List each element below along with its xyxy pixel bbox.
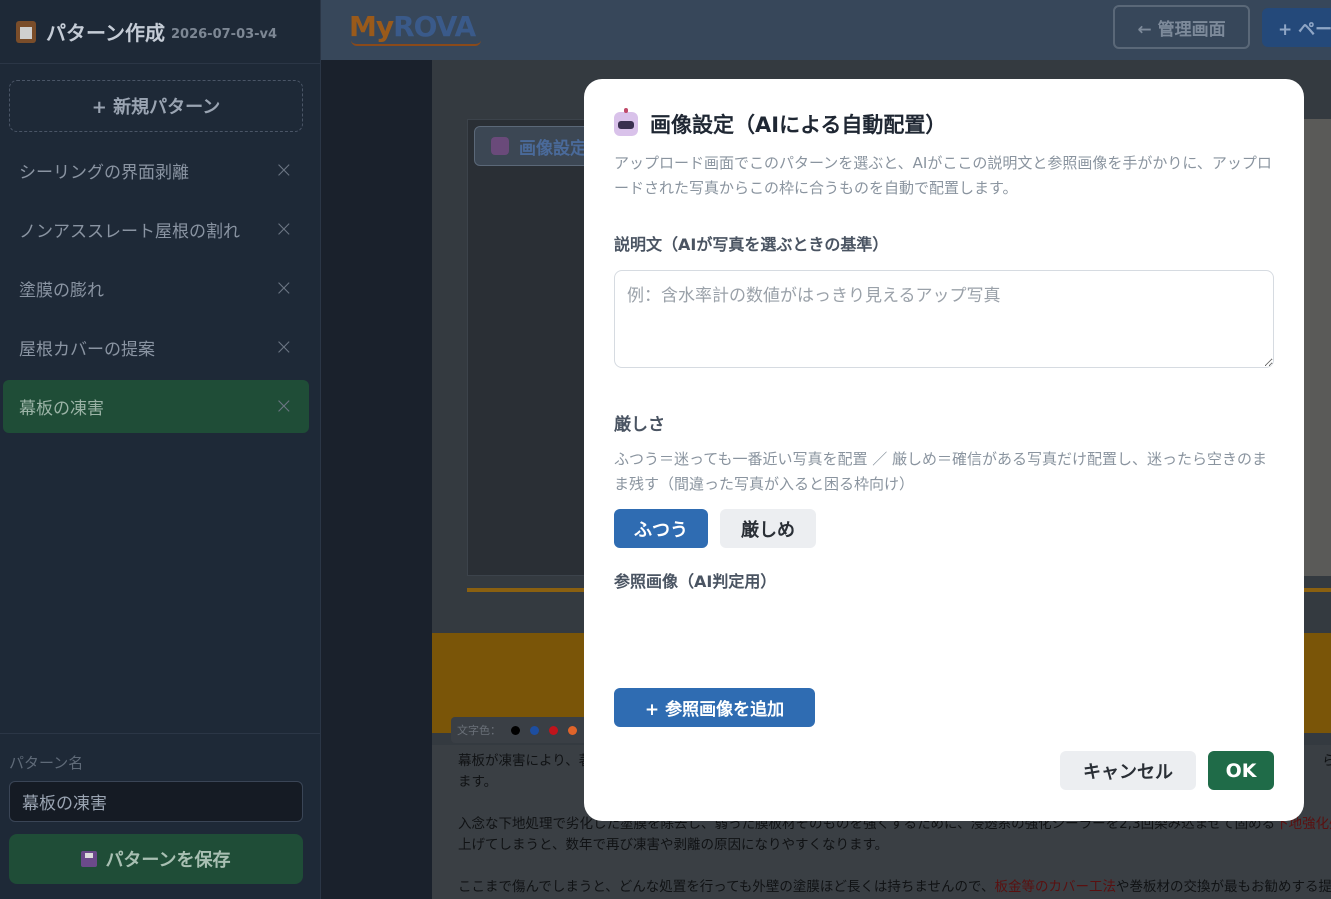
- add-reference-image-button[interactable]: + 参照画像を追加: [614, 688, 815, 727]
- pattern-item[interactable]: シーリングの界面剥離 ×: [3, 144, 309, 197]
- text-color-label: 文字色：: [457, 724, 501, 737]
- text-line: 上げてしまうと、数年で再び凍害や剥離の原因になりやすくなります。: [458, 837, 889, 853]
- dialog-description: アップロード画面でこのパターンを選ぶと、AIがここの説明文と参照画像を手がかりに…: [614, 154, 1272, 197]
- logo-swoosh: [351, 40, 481, 46]
- floppy-disk-icon: [81, 851, 98, 867]
- strictness-label: 厳しさ: [614, 415, 665, 435]
- dialog-title-row: 画像設定（AIによる自動配置）: [614, 108, 1274, 139]
- image-settings-tab[interactable]: 画像設定: [474, 126, 594, 166]
- pattern-item[interactable]: 屋根カバーの提案 ×: [3, 321, 309, 374]
- cancel-button[interactable]: キャンセル: [1060, 751, 1196, 790]
- close-icon[interactable]: ×: [275, 394, 293, 419]
- strictness-strict-button[interactable]: 厳しめ: [720, 509, 816, 548]
- clipboard-icon: [16, 20, 36, 43]
- strictness-help: ふつう＝迷っても一番近い写真を配置 ／ 厳しめ＝確信がある写真だけ配置し、迷った…: [614, 450, 1268, 493]
- pattern-item-label: シーリングの界面剥離: [19, 163, 189, 183]
- pattern-name-label: パターン名: [9, 754, 84, 772]
- pattern-item-label: 幕板の凍害: [19, 399, 104, 419]
- close-icon[interactable]: ×: [275, 335, 293, 360]
- close-icon[interactable]: ×: [275, 158, 293, 183]
- pattern-item[interactable]: 塗膜の膨れ ×: [3, 262, 309, 315]
- pattern-name-input[interactable]: 幕板の凍害: [9, 781, 303, 822]
- sidebar-footer: パターン名 幕板の凍害 パターンを保存: [0, 733, 321, 884]
- frame-photo: [1303, 119, 1331, 576]
- pattern-item-label: 屋根カバーの提案: [19, 340, 155, 360]
- pattern-list: シーリングの界面剥離 × ノンアススレート屋根の割れ × 塗膜の膨れ × 屋根カ…: [3, 144, 309, 439]
- back-to-admin-button[interactable]: ← 管理画面: [1113, 5, 1250, 49]
- add-page-button[interactable]: + ペー: [1262, 8, 1331, 47]
- top-bar: MyROVA ← 管理画面 + ペー: [321, 0, 1331, 60]
- dialog-title: 画像設定（AIによる自動配置）: [650, 113, 947, 137]
- description-field-label: 説明文（AIが写真を選ぶときの基準）: [614, 235, 889, 254]
- close-icon[interactable]: ×: [275, 276, 293, 301]
- pattern-item-label: 塗膜の膨れ: [19, 281, 104, 301]
- color-swatch-black[interactable]: [511, 725, 520, 735]
- robot-icon: [614, 108, 638, 136]
- sidebar-header: パターン作成 2026-07-03-v4: [0, 0, 320, 64]
- save-pattern-button[interactable]: パターンを保存: [9, 834, 303, 884]
- sidebar-title: パターン作成: [46, 21, 165, 45]
- new-pattern-button[interactable]: + 新規パターン: [9, 80, 303, 132]
- sidebar: パターン作成 2026-07-03-v4 + 新規パターン シーリングの界面剥離…: [0, 0, 321, 899]
- app-logo: MyROVA: [349, 10, 476, 43]
- strictness-toggle: ふつう 厳しめ: [614, 509, 1274, 548]
- close-icon[interactable]: ×: [275, 217, 293, 242]
- reference-images-label: 参照画像（AI判定用）: [614, 572, 777, 591]
- strictness-normal-button[interactable]: ふつう: [614, 509, 708, 548]
- text-color-toolbar: 文字色：: [451, 717, 591, 743]
- color-swatch-red[interactable]: [549, 725, 558, 735]
- robot-icon: [491, 137, 509, 155]
- image-settings-tab-label: 画像設定: [519, 138, 587, 159]
- version-label: 2026-07-03-v4: [171, 27, 278, 42]
- color-swatch-blue[interactable]: [530, 725, 539, 735]
- dialog-footer: キャンセル OK: [1060, 751, 1274, 790]
- color-swatch-orange[interactable]: [568, 725, 577, 735]
- save-pattern-label: パターンを保存: [105, 850, 231, 871]
- description-textarea[interactable]: [614, 270, 1274, 368]
- image-settings-dialog: 画像設定（AIによる自動配置） アップロード画面でこのパターンを選ぶと、AIがこ…: [584, 79, 1304, 821]
- pattern-item[interactable]: ノンアススレート屋根の割れ ×: [3, 203, 309, 256]
- pattern-item-label: ノンアススレート屋根の割れ: [19, 222, 240, 242]
- text-line: ここまで傷んでしまうと、どんな処置を行っても外壁の塗膜ほど長くは持ちませんので、…: [458, 879, 1331, 895]
- ok-button[interactable]: OK: [1208, 751, 1274, 790]
- pattern-item-active[interactable]: 幕板の凍害 ×: [3, 380, 309, 433]
